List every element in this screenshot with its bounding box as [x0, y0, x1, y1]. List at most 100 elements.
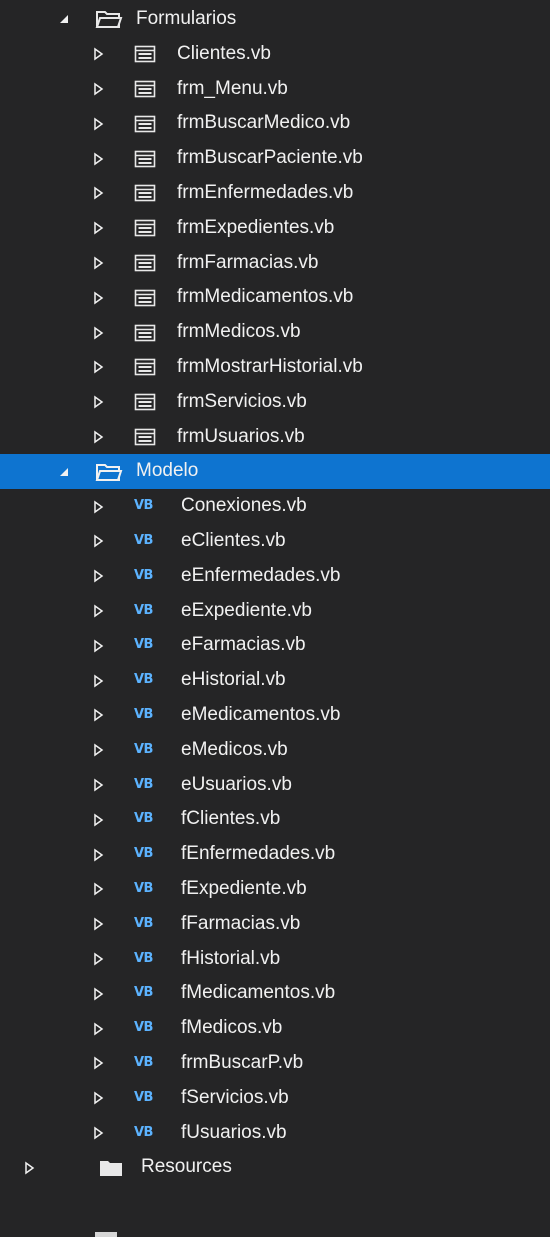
tree-file-label: eExpediente.vb: [181, 599, 312, 621]
collapsed-arrow-icon[interactable]: [89, 1011, 107, 1046]
tree-file-item[interactable]: frmEnfermedades.vb: [0, 176, 550, 211]
collapsed-arrow-icon[interactable]: [89, 768, 107, 803]
form-icon: [134, 385, 156, 420]
tree-folder-formularios[interactable]: Formularios: [0, 2, 550, 37]
vb-file-icon: VB: [134, 976, 153, 1011]
tree-file-item[interactable]: VB fUsuarios.vb: [0, 1116, 550, 1151]
vb-badge-text: VB: [134, 532, 153, 548]
collapsed-arrow-icon[interactable]: [89, 1046, 107, 1081]
collapsed-arrow-icon[interactable]: [89, 37, 107, 72]
collapsed-arrow-icon[interactable]: [89, 211, 107, 246]
tree-file-label: frmBuscarPaciente.vb: [177, 147, 363, 169]
collapsed-arrow-icon[interactable]: [89, 907, 107, 942]
collapsed-arrow-icon[interactable]: [89, 176, 107, 211]
tree-file-label: eMedicos.vb: [181, 738, 288, 760]
tree-file-item[interactable]: VB eFarmacias.vb: [0, 628, 550, 663]
vb-badge-text: VB: [134, 1124, 153, 1140]
vb-file-icon: VB: [134, 1116, 153, 1151]
tree-folder-resources[interactable]: Resources: [0, 1150, 550, 1185]
collapsed-arrow-icon[interactable]: [89, 872, 107, 907]
folder-open-icon: [95, 454, 123, 489]
form-icon: [134, 280, 156, 315]
tree-file-item[interactable]: Clientes.vb: [0, 37, 550, 72]
collapsed-arrow-icon[interactable]: [89, 663, 107, 698]
vb-badge-text: VB: [134, 1054, 153, 1070]
vb-badge-text: VB: [134, 498, 153, 514]
collapsed-arrow-icon[interactable]: [89, 315, 107, 350]
tree-file-item[interactable]: frmBuscarMedico.vb: [0, 106, 550, 141]
collapsed-arrow-icon[interactable]: [89, 350, 107, 385]
collapsed-arrow-icon[interactable]: [89, 942, 107, 977]
collapsed-arrow-icon[interactable]: [89, 1081, 107, 1116]
tree-file-item[interactable]: VB eMedicos.vb: [0, 733, 550, 768]
collapsed-arrow-icon[interactable]: [89, 594, 107, 629]
tree-file-item[interactable]: VB eUsuarios.vb: [0, 768, 550, 803]
vb-badge-text: VB: [134, 985, 153, 1001]
tree-file-item[interactable]: VB fEnfermedades.vb: [0, 837, 550, 872]
collapsed-arrow-icon[interactable]: [89, 280, 107, 315]
collapsed-arrow-icon[interactable]: [20, 1150, 38, 1185]
vb-badge-text: VB: [134, 846, 153, 862]
tree-file-label: frmExpedientes.vb: [177, 216, 335, 238]
tree-file-label: frmUsuarios.vb: [177, 425, 305, 447]
tree-file-item[interactable]: VB fHistorial.vb: [0, 942, 550, 977]
vb-file-icon: VB: [134, 524, 153, 559]
collapsed-arrow-icon[interactable]: [89, 559, 107, 594]
tree-file-item[interactable]: VB eClientes.vb: [0, 524, 550, 559]
collapsed-arrow-icon[interactable]: [89, 246, 107, 281]
collapsed-arrow-icon[interactable]: [89, 802, 107, 837]
tree-file-item[interactable]: frmExpedientes.vb: [0, 211, 550, 246]
tree-file-item[interactable]: frmUsuarios.vb: [0, 420, 550, 455]
collapsed-arrow-icon[interactable]: [89, 72, 107, 107]
collapsed-arrow-icon[interactable]: [89, 524, 107, 559]
tree-file-item[interactable]: VB fMedicos.vb: [0, 1011, 550, 1046]
collapsed-arrow-icon[interactable]: [89, 141, 107, 176]
tree-file-label: fServicios.vb: [181, 1086, 289, 1108]
tree-file-item[interactable]: frmFarmacias.vb: [0, 246, 550, 281]
expanded-arrow-icon[interactable]: [55, 2, 73, 37]
tree-file-item[interactable]: VB eEnfermedades.vb: [0, 559, 550, 594]
tree-file-item[interactable]: frm_Menu.vb: [0, 72, 550, 107]
collapsed-arrow-icon[interactable]: [89, 1116, 107, 1151]
tree-file-item[interactable]: frmMostrarHistorial.vb: [0, 350, 550, 385]
form-icon: [134, 246, 156, 281]
tree-file-item[interactable]: frmBuscarPaciente.vb: [0, 141, 550, 176]
partial-next-item-icon: [95, 1232, 117, 1237]
tree-file-label: frm_Menu.vb: [177, 77, 288, 99]
expanded-arrow-icon[interactable]: [55, 454, 73, 489]
tree-file-item[interactable]: frmMedicamentos.vb: [0, 280, 550, 315]
vb-file-icon: VB: [134, 802, 153, 837]
vb-file-icon: VB: [134, 698, 153, 733]
collapsed-arrow-icon[interactable]: [89, 106, 107, 141]
vb-file-icon: VB: [134, 489, 153, 524]
tree-folder-modelo[interactable]: Modelo: [0, 454, 550, 490]
tree-file-item[interactable]: VB fExpediente.vb: [0, 872, 550, 907]
tree-file-item[interactable]: frmServicios.vb: [0, 385, 550, 420]
vb-file-icon: VB: [134, 768, 153, 803]
collapsed-arrow-icon[interactable]: [89, 698, 107, 733]
form-icon: [134, 420, 156, 455]
vb-badge-text: VB: [134, 672, 153, 688]
collapsed-arrow-icon[interactable]: [89, 489, 107, 524]
collapsed-arrow-icon[interactable]: [89, 976, 107, 1011]
tree-file-item[interactable]: VB fFarmacias.vb: [0, 907, 550, 942]
tree-file-item[interactable]: frmMedicos.vb: [0, 315, 550, 350]
tree-file-item[interactable]: VB eHistorial.vb: [0, 663, 550, 698]
tree-file-label: frmMostrarHistorial.vb: [177, 355, 363, 377]
tree-file-item[interactable]: VB fClientes.vb: [0, 802, 550, 837]
tree-file-item[interactable]: VB Conexiones.vb: [0, 489, 550, 524]
collapsed-arrow-icon[interactable]: [89, 837, 107, 872]
collapsed-arrow-icon[interactable]: [89, 628, 107, 663]
collapsed-arrow-icon[interactable]: [89, 385, 107, 420]
tree-file-item[interactable]: VB eExpediente.vb: [0, 594, 550, 629]
tree-file-label: eEnfermedades.vb: [181, 564, 341, 586]
tree-file-item[interactable]: VB fMedicamentos.vb: [0, 976, 550, 1011]
tree-file-item[interactable]: VB fServicios.vb: [0, 1081, 550, 1116]
tree-file-label: eMedicamentos.vb: [181, 703, 341, 725]
tree-file-item[interactable]: VB eMedicamentos.vb: [0, 698, 550, 733]
collapsed-arrow-icon[interactable]: [89, 733, 107, 768]
form-icon: [134, 350, 156, 385]
tree-file-item[interactable]: VB frmBuscarP.vb: [0, 1046, 550, 1081]
collapsed-arrow-icon[interactable]: [89, 420, 107, 455]
tree-file-label: frmBuscarP.vb: [181, 1051, 304, 1073]
